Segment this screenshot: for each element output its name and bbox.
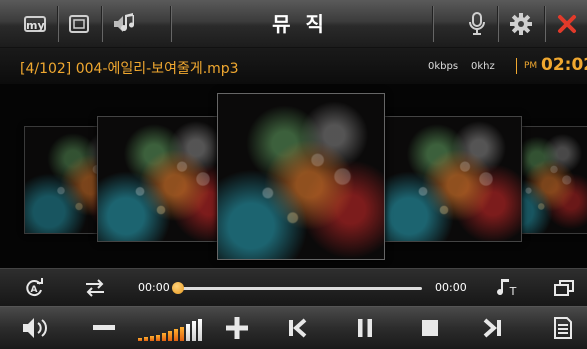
album-art-next[interactable] <box>380 116 522 242</box>
volume-level-indicator[interactable] <box>136 307 206 349</box>
divider <box>170 6 171 42</box>
previous-track-button[interactable] <box>284 315 310 341</box>
speaker-music-icon <box>114 13 134 32</box>
svg-text:T: T <box>509 285 517 298</box>
seek-handle[interactable] <box>172 282 184 294</box>
total-time: 00:00 <box>435 281 467 294</box>
samplerate-label: 0khz <box>471 61 495 72</box>
pause-button[interactable] <box>352 315 378 341</box>
copy-icon <box>554 280 574 296</box>
album-art-current[interactable] <box>217 93 385 260</box>
stop-button[interactable] <box>417 316 443 340</box>
pause-icon <box>358 319 372 337</box>
seek-track[interactable] <box>178 287 422 290</box>
shuffle-button[interactable] <box>82 277 108 299</box>
volume-bar <box>192 321 196 341</box>
divider <box>101 6 102 42</box>
volume-bar <box>174 329 178 341</box>
volume-down-button[interactable] <box>90 316 118 340</box>
shuffle-icon <box>86 279 104 297</box>
volume-bar <box>186 324 190 341</box>
playlist-button[interactable] <box>550 315 576 341</box>
lyrics-button[interactable]: T <box>494 277 520 299</box>
speaker-icon <box>23 318 47 338</box>
music-source-button[interactable] <box>110 10 140 38</box>
window-icon <box>69 15 89 33</box>
divider <box>57 6 58 42</box>
divider <box>432 6 433 42</box>
volume-bar <box>138 338 142 341</box>
volume-bar <box>168 331 172 341</box>
progress-bar-row: A 00:00 00:00 T <box>0 268 587 307</box>
repeat-a-icon: A <box>26 278 43 297</box>
divider <box>544 6 545 42</box>
album-carousel[interactable] <box>0 84 587 268</box>
divider <box>516 58 517 74</box>
close-icon <box>558 15 576 33</box>
stop-icon <box>422 320 438 336</box>
voice-button[interactable] <box>465 10 489 38</box>
clock: 02:02 <box>541 55 587 75</box>
track-filename: [4/102] 004-에일리-보여줄게.mp3 <box>20 61 239 77</box>
transport-controls <box>0 306 587 349</box>
svg-text:A: A <box>31 285 38 295</box>
next-track-button[interactable] <box>480 315 506 341</box>
plus-icon <box>226 317 248 339</box>
my-icon: my <box>24 16 46 32</box>
elapsed-time: 00:00 <box>138 281 170 294</box>
gear-icon <box>510 13 532 35</box>
volume-bar <box>144 337 148 341</box>
skip-next-icon <box>483 318 501 338</box>
volume-up-button[interactable] <box>224 315 250 341</box>
mute-button[interactable] <box>20 315 54 341</box>
bitrate-label: 0kbps <box>428 61 459 72</box>
volume-bar <box>162 333 166 341</box>
top-bar: my 뮤 직 <box>0 0 587 48</box>
volume-bar <box>156 335 160 341</box>
minus-icon <box>93 325 115 330</box>
divider <box>497 6 498 42</box>
repeat-mode-button[interactable]: A <box>22 277 46 299</box>
music-text-icon: T <box>497 279 517 298</box>
ampm-label: PM <box>524 61 538 71</box>
skip-previous-icon <box>289 318 307 338</box>
microphone-icon <box>469 12 485 35</box>
page-title: 뮤 직 <box>272 12 328 36</box>
volume-bar <box>180 327 184 341</box>
volume-bar <box>150 336 154 341</box>
track-info-bar: [4/102] 004-에일리-보여줄게.mp3 0kbps 0khz PM 0… <box>0 48 587 84</box>
window-button[interactable] <box>66 10 92 38</box>
settings-button[interactable] <box>508 10 534 38</box>
my-button[interactable]: my <box>22 10 48 38</box>
close-button[interactable] <box>554 10 580 38</box>
volume-bar <box>198 319 202 341</box>
list-icon <box>554 317 572 339</box>
copy-button[interactable] <box>552 277 576 299</box>
